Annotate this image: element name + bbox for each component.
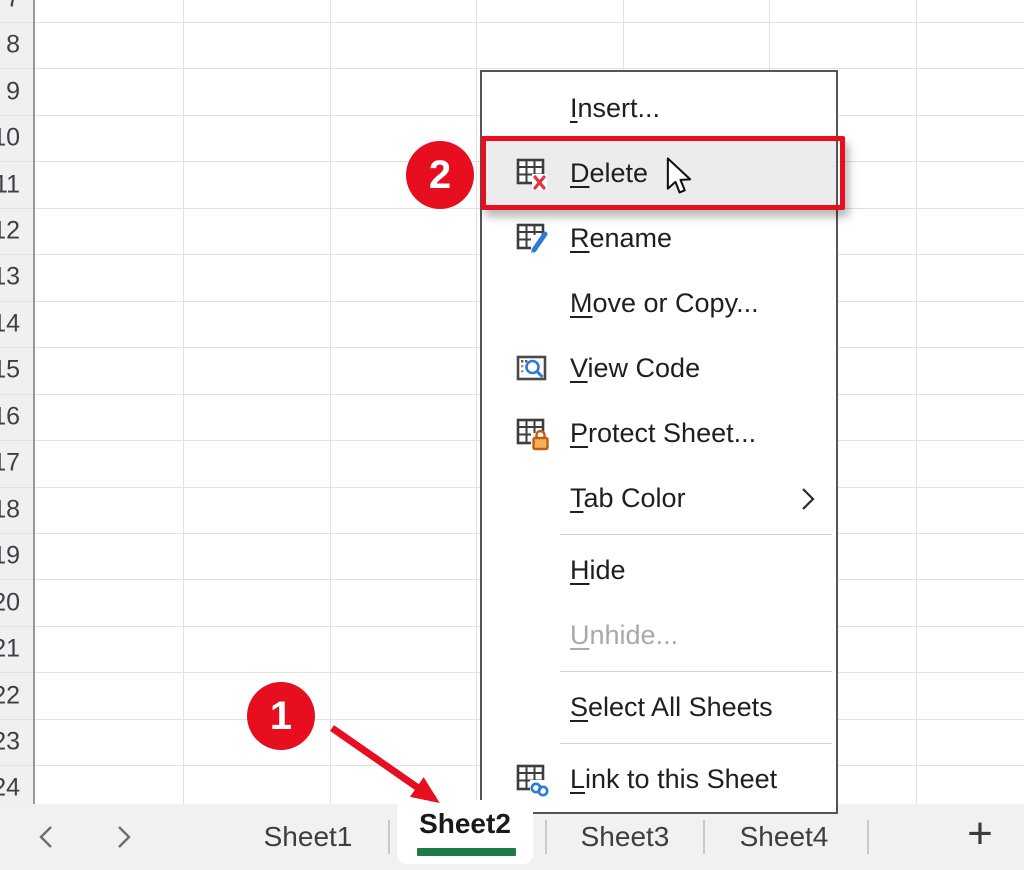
empty-icon-slot (515, 481, 553, 517)
menu-separator (482, 668, 836, 675)
row-number-label: 21 (0, 635, 20, 664)
menu-item-label: Unhide... (570, 620, 678, 651)
row-header-20[interactable]: 20 (0, 579, 33, 625)
excel-window: 789101112131415161718192021222324 Insert… (0, 0, 1024, 870)
row-header-23[interactable]: 23 (0, 719, 33, 765)
tab-separator (388, 820, 390, 854)
menu-item-label: Select All Sheets (570, 692, 773, 723)
row-number-label: 19 (0, 542, 20, 571)
row-header-19[interactable]: 19 (0, 533, 33, 579)
view-code-icon (515, 351, 553, 387)
gridline (183, 0, 184, 804)
menu-item-hide[interactable]: Hide (482, 538, 836, 603)
chevron-right-icon[interactable] (112, 824, 134, 850)
row-number-label: 10 (0, 124, 20, 153)
menu-item-label: View Code (570, 353, 700, 384)
menu-item-label: Tab Color (570, 483, 686, 514)
row-header-8[interactable]: 8 (0, 22, 33, 68)
link-sheet-icon (515, 762, 553, 798)
row-number-label: 14 (0, 309, 20, 338)
menu-item-view-code[interactable]: View Code (482, 336, 836, 401)
mouse-cursor (666, 156, 692, 200)
row-number-label: 7 (6, 0, 20, 13)
row-header-14[interactable]: 14 (0, 301, 33, 347)
menu-item-label: Rename (570, 223, 672, 254)
annotation-arrow (310, 700, 470, 825)
row-number-label: 20 (0, 588, 20, 617)
menu-separator (482, 531, 836, 538)
gridline (476, 0, 477, 804)
row-header-18[interactable]: 18 (0, 487, 33, 533)
row-number-label: 18 (0, 495, 20, 524)
menu-item-move-or-copy[interactable]: Move or Copy... (482, 271, 836, 336)
gridline (916, 0, 917, 804)
menu-item-label: Move or Copy... (570, 288, 759, 319)
menu-item-link-to-this-sheet[interactable]: Link to this Sheet (482, 747, 836, 812)
row-header-column[interactable]: 7 8 9 10 11 12 13 14 15 16 17 18 19 20 21 22 23 24 (0, 0, 35, 804)
row-header-11[interactable]: 11 (0, 161, 33, 207)
rename-sheet-icon (515, 221, 553, 257)
row-number-label: 22 (0, 681, 20, 710)
menu-item-unhide[interactable]: Unhide... (482, 603, 836, 668)
row-header-7[interactable]: 7 (0, 0, 33, 22)
row-header-17[interactable]: 17 (0, 440, 33, 486)
annotation-step-1-badge: 1 (247, 682, 315, 750)
row-number-label: 17 (0, 449, 20, 478)
row-header-21[interactable]: 21 (0, 626, 33, 672)
row-number-label: 11 (0, 170, 20, 199)
menu-item-tab-color[interactable]: Tab Color (482, 466, 836, 531)
chevron-left-icon[interactable] (36, 824, 58, 850)
menu-item-label: Insert... (570, 93, 660, 124)
empty-icon-slot (515, 690, 553, 726)
row-number-label: 15 (0, 356, 20, 385)
gridline (330, 0, 331, 804)
row-number-label: 9 (6, 77, 20, 106)
submenu-chevron-icon (800, 486, 816, 512)
row-header-24[interactable]: 24 (0, 765, 33, 804)
empty-icon-slot (515, 286, 553, 322)
new-sheet-button[interactable]: + (950, 804, 1010, 870)
row-header-10[interactable]: 10 (0, 115, 33, 161)
row-number-label: 24 (0, 774, 20, 803)
menu-item-label: Hide (570, 555, 626, 586)
tab-separator (545, 820, 547, 854)
menu-separator (482, 740, 836, 747)
annotation-highlight-box (481, 136, 845, 210)
row-number-label: 8 (6, 31, 20, 60)
menu-item-protect-sheet[interactable]: Protect Sheet... (482, 401, 836, 466)
tab-separator (867, 820, 869, 854)
row-header-9[interactable]: 9 (0, 68, 33, 114)
menu-item-rename[interactable]: Rename (482, 206, 836, 271)
tab-separator (703, 820, 705, 854)
empty-icon-slot (515, 91, 553, 127)
row-header-15[interactable]: 15 (0, 347, 33, 393)
empty-icon-slot (515, 553, 553, 589)
annotation-step-2-badge: 2 (406, 141, 474, 209)
gridline (0, 22, 1024, 23)
row-number-label: 13 (0, 263, 20, 292)
menu-item-insert[interactable]: Insert... (482, 76, 836, 141)
row-header-22[interactable]: 22 (0, 672, 33, 718)
row-header-16[interactable]: 16 (0, 394, 33, 440)
protect-sheet-icon (515, 416, 553, 452)
menu-item-label: Link to this Sheet (570, 764, 777, 795)
menu-item-select-all-sheets[interactable]: Select All Sheets (482, 675, 836, 740)
row-number-label: 16 (0, 402, 20, 431)
row-number-label: 23 (0, 727, 20, 756)
row-header-12[interactable]: 12 (0, 208, 33, 254)
empty-icon-slot (515, 618, 553, 654)
menu-item-label: Protect Sheet... (570, 418, 756, 449)
active-tab-indicator (417, 848, 516, 856)
row-number-label: 12 (0, 217, 20, 246)
row-header-13[interactable]: 13 (0, 254, 33, 300)
